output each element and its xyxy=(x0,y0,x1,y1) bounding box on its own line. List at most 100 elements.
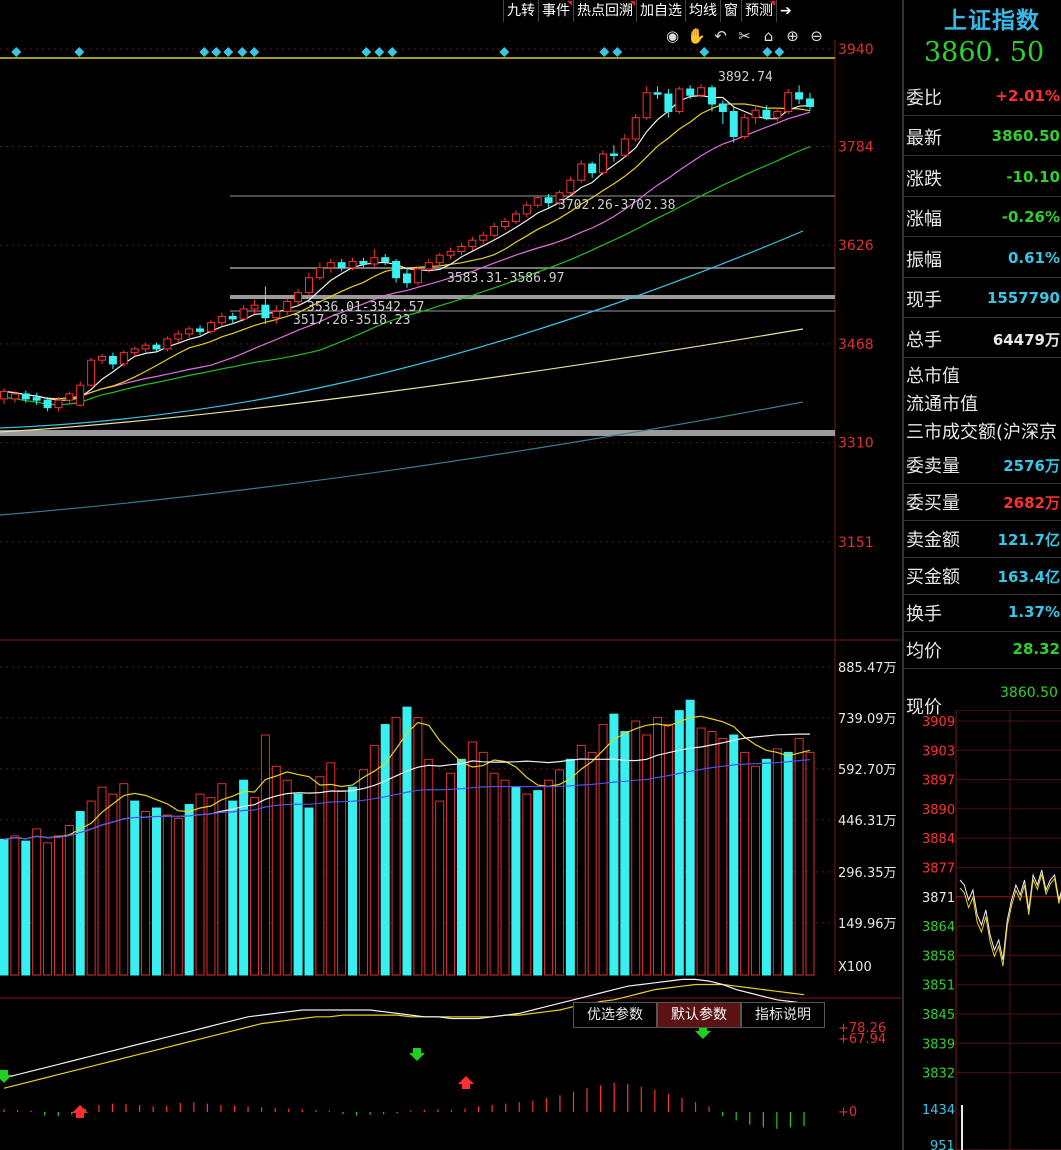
candle-body xyxy=(359,260,368,265)
panel.rows-row: 总手 64479万 xyxy=(904,320,1061,358)
volume-bar xyxy=(391,717,401,976)
toolbar-button-0[interactable]: 九转 xyxy=(503,0,538,22)
price-annotation: 3583.31-3586.97 xyxy=(447,271,564,286)
cut-icon[interactable]: ✂ xyxy=(734,26,755,46)
kline-chart[interactable]: 3940 3784 3626 3468 3310 3151 3892.74 3702.26-3… xyxy=(0,0,902,1150)
tab-1[interactable]: 默认参数 xyxy=(657,1002,741,1028)
hand-icon[interactable]: ✋ xyxy=(686,26,707,46)
event-diamond-icon xyxy=(699,47,710,57)
toolbar-button-3[interactable]: 加自选 xyxy=(636,0,685,22)
toolbar-button-6[interactable]: 预测 xyxy=(741,0,776,22)
volume-bar xyxy=(304,807,314,976)
volume-bar xyxy=(32,828,42,976)
panel.rows2-row: 换手 1.37% xyxy=(904,594,1061,632)
panel.rows2-value: 1.37% xyxy=(1007,603,1060,621)
ma120-line xyxy=(0,328,804,433)
intraday-tick: 3877 xyxy=(922,862,955,877)
candle-body xyxy=(239,308,248,320)
intraday-tick: 3909 xyxy=(922,715,955,730)
toolbar-flag-icon xyxy=(770,1,775,6)
volume-bar xyxy=(522,793,532,976)
price-tick: 3468 xyxy=(838,337,874,353)
intraday-volume-tick: 1434 xyxy=(922,1103,955,1118)
candle-body xyxy=(620,138,629,156)
buy-arrow-icon xyxy=(72,1105,88,1118)
candle-body xyxy=(588,163,597,174)
volume-bar xyxy=(21,840,31,976)
tab-0[interactable]: 优选参数 xyxy=(573,1002,657,1028)
panel.rows2-row: 委买量 2682万 xyxy=(904,483,1061,521)
eye-icon[interactable]: ◉ xyxy=(662,26,683,46)
panel.rows2-value: 121.7亿 xyxy=(997,531,1060,549)
toolbar-button-4[interactable]: 均线 xyxy=(685,0,720,22)
candle-body xyxy=(773,110,782,119)
buy-arrow-icon xyxy=(458,1076,474,1089)
panel.rows2-label: 委买量 xyxy=(906,493,960,514)
volume-bar xyxy=(478,751,488,976)
volume-tick: 739.09万 xyxy=(838,712,897,727)
intraday-chart[interactable]: 3909 3903 3897 3890 3884 3877 3871 3864 3858 3851… xyxy=(904,710,1061,1150)
candle-body xyxy=(533,197,542,206)
zoom-out-icon[interactable]: ⊖ xyxy=(806,26,827,46)
collapse-panel-icon[interactable]: ➔ xyxy=(776,0,795,22)
volume-bar xyxy=(761,758,771,976)
toolbar-button-2[interactable]: 热点回溯 xyxy=(573,0,636,22)
volume-bar xyxy=(151,807,161,976)
candle-body xyxy=(54,399,63,409)
volume-bar xyxy=(260,734,270,976)
toolbar-button-5[interactable]: 窗 xyxy=(720,0,741,22)
sell-arrow-icon xyxy=(0,1070,12,1083)
candle-body xyxy=(228,315,237,320)
panel.rows-row: 最新 3860.50 xyxy=(904,118,1061,156)
toolbar-label: 均线 xyxy=(689,3,717,19)
panel.rows2-value: 2576万 xyxy=(1003,457,1060,475)
panel.rows-value: +2.01% xyxy=(995,87,1060,105)
intraday-tick: 3839 xyxy=(922,1037,955,1052)
candle-body xyxy=(642,92,651,119)
volume-bar xyxy=(554,769,564,976)
candle-body xyxy=(141,344,150,350)
price-tick: 3310 xyxy=(838,436,874,452)
candle-body xyxy=(0,390,8,400)
candle-body xyxy=(185,328,194,335)
lock-icon[interactable]: ⌂ xyxy=(758,26,779,46)
volume-bar xyxy=(86,800,96,976)
zoom-in-icon[interactable]: ⊕ xyxy=(782,26,803,46)
now-value: 3860.50 xyxy=(1000,685,1058,701)
candle-body xyxy=(163,338,172,350)
volume-bar xyxy=(696,727,706,976)
volume-bar xyxy=(642,734,652,976)
candle-body xyxy=(653,92,662,95)
volume-bar xyxy=(794,737,804,976)
candle-body xyxy=(424,262,433,270)
volume-bar xyxy=(500,779,510,976)
volume-bar xyxy=(587,751,597,976)
toolbar-label: 加自选 xyxy=(640,3,682,19)
volume-bar xyxy=(489,772,499,976)
candle-body xyxy=(108,355,117,365)
candle-body xyxy=(435,254,444,264)
candle-body xyxy=(196,328,205,332)
toolbar-button-1[interactable]: 事件 xyxy=(538,0,573,22)
candle-body xyxy=(152,344,161,350)
intraday-tick: 3890 xyxy=(922,803,955,818)
volume-bar xyxy=(631,720,641,976)
intraday-tick: 3897 xyxy=(922,774,955,789)
volume-bar xyxy=(10,835,20,976)
macd-tick: +0 xyxy=(838,1105,857,1120)
candle-body xyxy=(43,399,52,409)
ma60-line xyxy=(0,230,804,429)
panel.rows-label: 现手 xyxy=(906,290,942,311)
volume-bar xyxy=(282,779,292,976)
tab-2[interactable]: 指标说明 xyxy=(741,1002,825,1028)
toolbar-label: 九转 xyxy=(507,3,535,19)
volume-bar xyxy=(162,814,172,976)
undo-icon[interactable]: ↶ xyxy=(710,26,731,46)
panel.rows-label: 总手 xyxy=(906,330,942,352)
volume-bar xyxy=(228,800,238,976)
panel.rows-value: -0.26% xyxy=(1001,208,1060,227)
candle-body xyxy=(784,92,793,112)
candle-body xyxy=(577,163,586,181)
event-diamond-icon xyxy=(249,47,260,57)
candle-body xyxy=(446,250,455,256)
